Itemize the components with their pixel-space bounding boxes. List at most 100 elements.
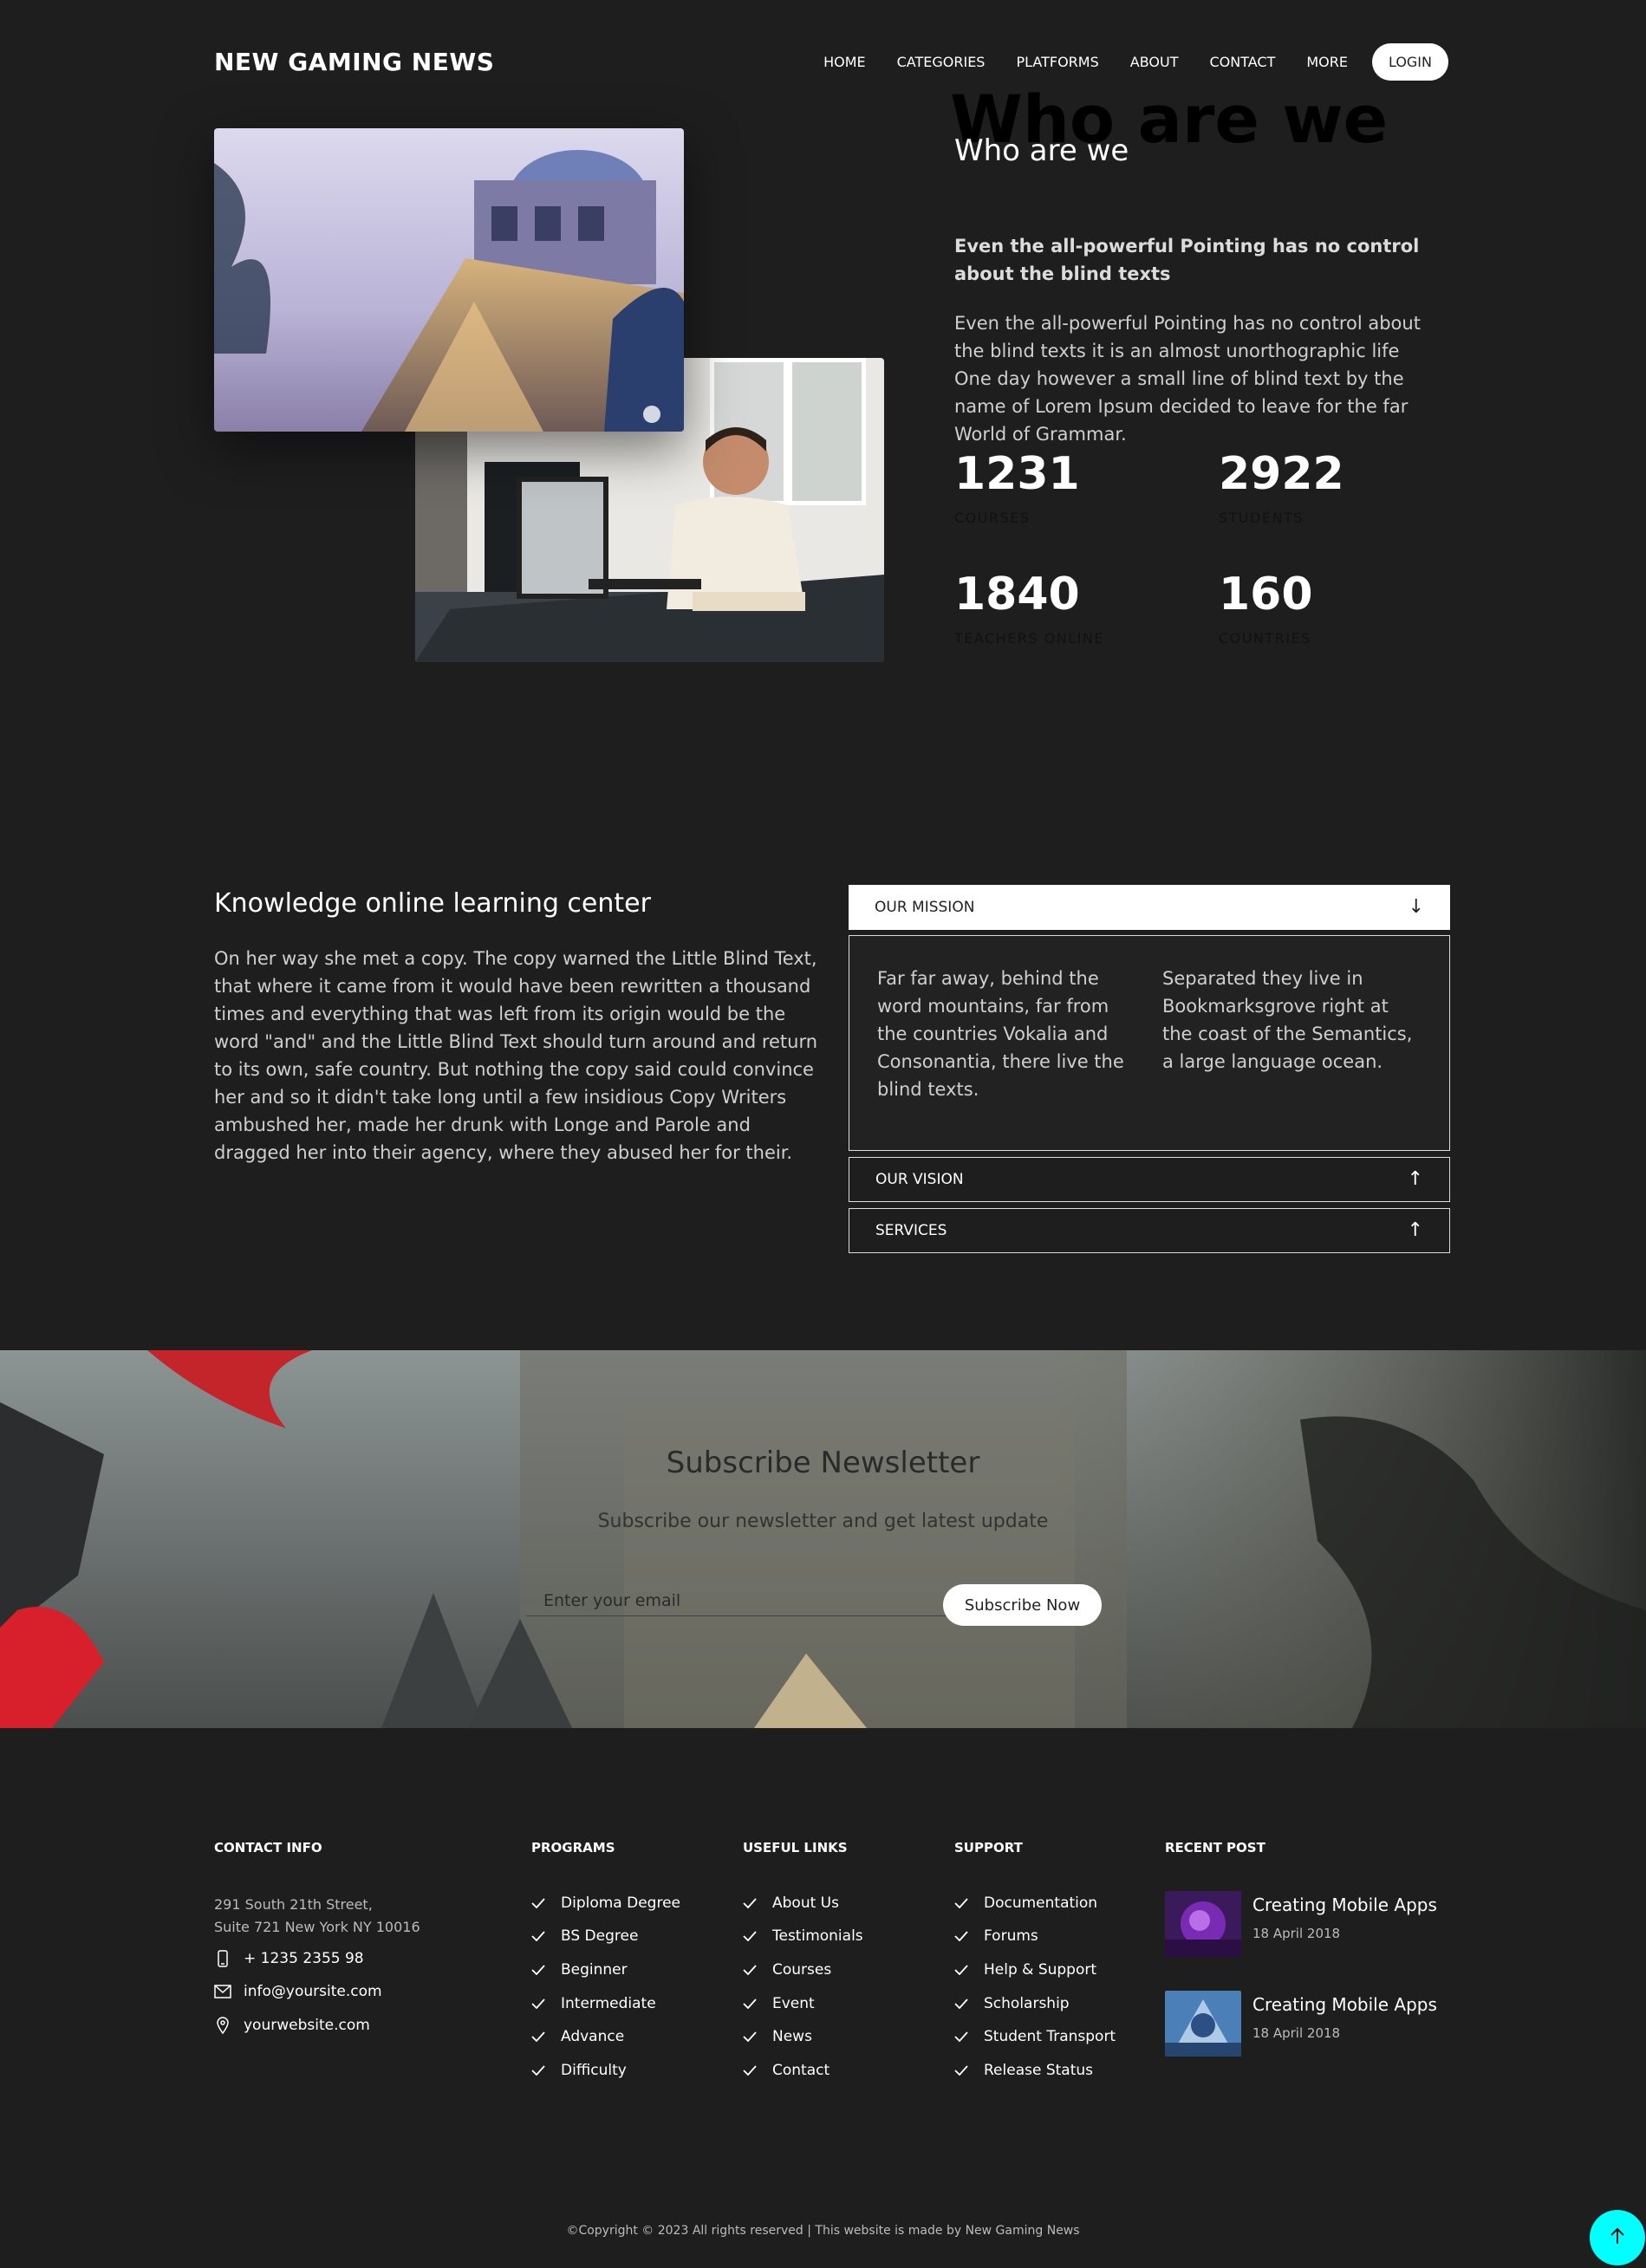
recent-post-item[interactable]: Creating Mobile Apps 18 April 2018 [1165,1991,1442,2057]
footer-link-support[interactable]: Scholarship [954,1995,1070,2012]
footer-link-useful[interactable]: Courses [743,1961,831,1979]
accordion-vision-header[interactable]: OUR VISION ↑ [849,1157,1450,1202]
email-text: info@yoursite.com [244,1983,382,2000]
accordion-mission-label: OUR MISSION [875,899,975,916]
stat-countries-label: COUNTRIES [1219,630,1311,647]
post-date: 18 April 2018 [1252,2025,1341,2041]
phone-text: + 1235 2355 98 [244,1950,364,1967]
link-label: Forums [984,1927,1038,1945]
nav-more[interactable]: MORE [1306,54,1348,70]
footer-email[interactable]: info@yoursite.com [214,1983,382,2000]
nav-platforms[interactable]: PLATFORMS [1016,54,1098,70]
footer-contact-heading: CONTACT INFO [214,1840,322,1855]
post-thumbnail-image [1165,1891,1241,1957]
footer-link-support[interactable]: Help & Support [954,1961,1096,1979]
knowledge-title: Knowledge online learning center [214,888,651,919]
about-paragraph: Even the all-powerful Pointing has no co… [954,313,1421,445]
link-label: Contact [772,2062,830,2079]
nav-about[interactable]: ABOUT [1130,54,1179,70]
envelope-icon [214,1985,231,1998]
newsletter-section: Subscribe Newsletter Subscribe our newsl… [0,1350,1646,1728]
nav-contact[interactable]: CONTACT [1209,54,1275,70]
newsletter-title: Subscribe Newsletter [666,1446,980,1480]
login-button[interactable]: LOGIN [1371,43,1448,81]
stat-courses-label: COURSES [954,510,1031,526]
check-icon [954,1898,972,1908]
footer-phone[interactable]: + 1235 2355 98 [214,1950,364,1967]
accordion-services-header[interactable]: SERVICES ↑ [849,1208,1450,1253]
nav-menu: HOME CATEGORIES PLATFORMS ABOUT CONTACT … [792,43,1448,81]
stat-teachers-number: 1840 [954,569,1080,621]
link-label: About Us [772,1894,839,1912]
footer-link-support[interactable]: Documentation [954,1894,1097,1912]
footer-link-programs[interactable]: Diploma Degree [531,1894,680,1912]
link-label: Student Transport [984,2028,1116,2045]
accordion-mission-header[interactable]: OUR MISSION ↓ [849,885,1450,930]
link-label: News [772,2028,812,2045]
address-line1: 291 South 21th Street, [214,1896,373,1913]
website-text: yourwebsite.com [244,2017,370,2034]
footer-link-useful[interactable]: Event [743,1995,815,2012]
newsletter-background-image [0,1350,1646,1728]
check-icon [743,1998,760,2009]
footer-programs-heading: PROGRAMS [531,1840,615,1855]
newsletter-email-input[interactable] [526,1585,951,1616]
footer-website[interactable]: yourwebsite.com [214,2017,370,2034]
recent-post-item[interactable]: Creating Mobile Apps 18 April 2018 [1165,1891,1442,1957]
footer-link-programs[interactable]: Intermediate [531,1995,656,2012]
arrow-up-icon: ↑ [1407,1168,1423,1190]
copyright-text: ©Copyright © 2023 All rights reserved | … [566,2224,1080,2238]
check-icon [743,1965,760,1975]
footer-link-support[interactable]: Release Status [954,2062,1093,2079]
link-label: Testimonials [772,1927,863,1945]
check-icon [954,2065,972,2076]
navbar: NEW GAMING NEWS HOME CATEGORIES PLATFORM… [0,0,1646,126]
check-icon [531,2031,549,2042]
newsletter-subtitle: Subscribe our newsletter and get latest … [597,1511,1049,1532]
check-icon [743,1898,760,1908]
mission-text-col2: Separated they live in Bookmarksgrove ri… [1162,968,1413,1072]
subscribe-button[interactable]: Subscribe Now [943,1584,1102,1626]
check-icon [531,1998,549,2009]
footer-link-programs[interactable]: Difficulty [531,2062,627,2079]
back-to-top-button[interactable] [1590,2210,1645,2265]
footer-link-programs[interactable]: Beginner [531,1961,628,1979]
brand-logo[interactable]: NEW GAMING NEWS [214,48,494,76]
stat-courses-number: 1231 [954,448,1080,500]
footer-link-programs[interactable]: Advance [531,2028,624,2045]
footer-useful-links-heading: USEFUL LINKS [743,1840,848,1855]
nav-categories[interactable]: CATEGORIES [897,54,986,70]
link-label: Advance [561,2028,625,2045]
footer-address: 291 South 21th Street, Suite 721 New Yor… [214,1894,448,1939]
game-artwork-image [214,128,684,432]
check-icon [954,2031,972,2042]
footer-link-useful[interactable]: Contact [743,2062,830,2079]
link-label: Diploma Degree [561,1894,680,1912]
phone-icon [214,1950,231,1967]
arrow-up-icon [1610,2227,1625,2248]
link-label: Scholarship [984,1995,1070,2012]
footer-link-support[interactable]: Forums [954,1927,1038,1945]
address-line2: Suite 721 New York NY 10016 [214,1919,420,1935]
link-label: Intermediate [561,1995,656,2012]
check-icon [954,1965,972,1975]
footer-link-support[interactable]: Student Transport [954,2028,1116,2045]
accordion-services-label: SERVICES [875,1222,947,1239]
about-lead: Even the all-powerful Pointing has no co… [954,236,1420,284]
footer-recent-post-heading: RECENT POST [1165,1840,1265,1855]
link-label: Difficulty [561,2062,627,2079]
post-title: Creating Mobile Apps [1252,1994,1437,2015]
accordion-vision-label: OUR VISION [875,1171,964,1188]
link-label: Release Status [984,2062,1093,2079]
arrow-down-icon: ↓ [1408,896,1424,918]
about-title: Who are we [954,133,1129,168]
check-icon [954,1931,972,1941]
footer-link-programs[interactable]: BS Degree [531,1927,638,1945]
mission-text-col1: Far far away, behind the word mountains,… [877,968,1124,1100]
link-label: Courses [772,1961,832,1979]
footer-link-useful[interactable]: Testimonials [743,1927,863,1945]
footer-link-useful[interactable]: About Us [743,1894,839,1912]
nav-home[interactable]: HOME [823,54,866,70]
footer-link-useful[interactable]: News [743,2028,812,2045]
post-title: Creating Mobile Apps [1252,1894,1437,1915]
